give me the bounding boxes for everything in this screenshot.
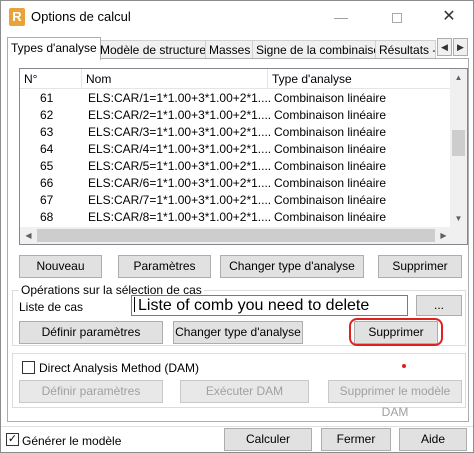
list-rows: 61 ELS:CAR/1=1*1.00+3*1.00+2*1.... Combina…	[20, 90, 452, 226]
row-name: ELS:CAR/8=1*1.00+3*1.00+2*1....	[88, 210, 272, 224]
list-row[interactable]: 64 ELS:CAR/4=1*1.00+3*1.00+2*1.... Combina…	[20, 141, 452, 158]
list-row[interactable]: 67 ELS:CAR/7=1*1.00+3*1.00+2*1.... Combina…	[20, 192, 452, 209]
vertical-scroll-thumb[interactable]	[452, 130, 465, 156]
horizontal-scroll-thumb[interactable]	[37, 229, 435, 242]
generer-modele-label: Générer le modèle	[22, 434, 122, 448]
liste-de-cas-value: Liste of comb you need to delete	[138, 297, 370, 314]
row-number: 63	[40, 125, 54, 139]
title-bar: R Options de calcul — ✕	[1, 1, 473, 33]
tab-modele-structure[interactable]: Modèle de structure	[96, 40, 211, 59]
row-type: Combinaison linéaire	[274, 125, 387, 139]
row-number: 66	[40, 176, 54, 190]
dam-definir-parametres-button[interactable]: Définir paramètres	[19, 380, 163, 403]
tab-scroll-right-button[interactable]: ▶	[453, 38, 468, 56]
row-type: Combinaison linéaire	[274, 176, 387, 190]
scroll-up-icon[interactable]: ▲	[450, 69, 467, 86]
tab-signe-combinaison[interactable]: Signe de la combinaison	[252, 40, 391, 59]
changer-type-analyse-selection-button[interactable]: Changer type d'analyse	[173, 321, 303, 344]
row-number: 67	[40, 193, 54, 207]
aide-button[interactable]: Aide	[399, 428, 467, 451]
changer-type-analyse-button[interactable]: Changer type d'analyse	[220, 255, 364, 278]
list-row[interactable]: 65 ELS:CAR/5=1*1.00+3*1.00+2*1.... Combina…	[20, 158, 452, 175]
row-number: 68	[40, 210, 54, 224]
list-row[interactable]: 68 ELS:CAR/8=1*1.00+3*1.00+2*1.... Combina…	[20, 209, 452, 226]
close-button[interactable]: ✕	[429, 5, 469, 29]
dam-checkbox-label: Direct Analysis Method (DAM)	[39, 361, 200, 375]
row-name: ELS:CAR/7=1*1.00+3*1.00+2*1....	[88, 193, 272, 207]
list-row[interactable]: 62 ELS:CAR/2=1*1.00+3*1.00+2*1.... Combina…	[20, 107, 452, 124]
tab-masses[interactable]: Masses	[205, 40, 255, 59]
tab-types-analyse[interactable]: Types d'analyse	[7, 37, 101, 60]
list-header: N° Nom Type d'analyse	[20, 69, 452, 89]
horizontal-scrollbar[interactable]: ◀ ▶	[20, 227, 452, 244]
case-list[interactable]: N° Nom Type d'analyse 61 ELS:CAR/1=1*1.00…	[19, 68, 468, 245]
row-type: Combinaison linéaire	[274, 210, 387, 224]
row-type: Combinaison linéaire	[274, 108, 387, 122]
maximize-icon	[392, 13, 402, 24]
row-name: ELS:CAR/6=1*1.00+3*1.00+2*1....	[88, 176, 272, 190]
scroll-left-icon[interactable]: ◀	[20, 227, 37, 244]
tab-panel-types-analyse: N° Nom Type d'analyse 61 ELS:CAR/1=1*1.00…	[7, 58, 469, 422]
annotation-dot	[402, 364, 406, 368]
scrollbar-corner	[450, 227, 467, 244]
column-header-no[interactable]: N°	[20, 69, 82, 89]
row-name: ELS:CAR/1=1*1.00+3*1.00+2*1....	[88, 91, 272, 105]
row-number: 64	[40, 142, 54, 156]
definir-parametres-button[interactable]: Définir paramètres	[19, 321, 163, 344]
liste-de-cas-input[interactable]: Liste of comb you need to delete	[131, 295, 408, 316]
supprimer-modele-dam-button[interactable]: Supprimer le modèle DAM	[328, 380, 462, 419]
maximize-button[interactable]	[377, 5, 417, 29]
row-name: ELS:CAR/4=1*1.00+3*1.00+2*1....	[88, 142, 272, 156]
annotation-highlight-ring	[349, 318, 443, 346]
tab-bar: Types d'analyse Modèle de structure Mass…	[7, 37, 469, 60]
list-row[interactable]: 61 ELS:CAR/1=1*1.00+3*1.00+2*1.... Combina…	[20, 90, 452, 107]
row-type: Combinaison linéaire	[274, 142, 387, 156]
footer-divider	[1, 426, 473, 427]
row-type: Combinaison linéaire	[274, 159, 387, 173]
row-number: 61	[40, 91, 54, 105]
column-header-type[interactable]: Type d'analyse	[268, 69, 452, 89]
tab-scroll-left-button[interactable]: ◀	[437, 38, 452, 56]
fermer-button[interactable]: Fermer	[321, 428, 391, 451]
minimize-button[interactable]: —	[321, 5, 361, 29]
row-number: 65	[40, 159, 54, 173]
nouveau-button[interactable]: Nouveau	[19, 255, 102, 278]
row-type: Combinaison linéaire	[274, 91, 387, 105]
text-caret	[134, 297, 135, 312]
row-type: Combinaison linéaire	[274, 193, 387, 207]
calculer-button[interactable]: Calculer	[224, 428, 312, 451]
row-name: ELS:CAR/3=1*1.00+3*1.00+2*1....	[88, 125, 272, 139]
browse-button[interactable]: ...	[416, 295, 462, 316]
row-number: 62	[40, 108, 54, 122]
options-de-calcul-dialog: R Options de calcul — ✕ Types d'analyse …	[0, 0, 474, 453]
liste-de-cas-label: Liste de cas	[19, 300, 84, 314]
vertical-scrollbar[interactable]: ▲ ▼	[450, 69, 467, 227]
column-header-nom[interactable]: Nom	[82, 69, 268, 89]
row-name: ELS:CAR/2=1*1.00+3*1.00+2*1....	[88, 108, 272, 122]
supprimer-button[interactable]: Supprimer	[378, 255, 462, 278]
dam-checkbox[interactable]	[22, 361, 35, 374]
scroll-down-icon[interactable]: ▼	[450, 210, 467, 227]
list-row[interactable]: 63 ELS:CAR/3=1*1.00+3*1.00+2*1.... Combina…	[20, 124, 452, 141]
executer-dam-button[interactable]: Exécuter DAM	[180, 380, 309, 403]
tab-resultats[interactable]: Résultats - f	[375, 40, 436, 59]
app-logo-icon: R	[9, 8, 25, 26]
window-title: Options de calcul	[31, 9, 131, 24]
row-name: ELS:CAR/5=1*1.00+3*1.00+2*1....	[88, 159, 272, 173]
parametres-button[interactable]: Paramètres	[118, 255, 211, 278]
list-row[interactable]: 66 ELS:CAR/6=1*1.00+3*1.00+2*1.... Combina…	[20, 175, 452, 192]
generer-modele-checkbox[interactable]: ✓	[6, 433, 19, 446]
